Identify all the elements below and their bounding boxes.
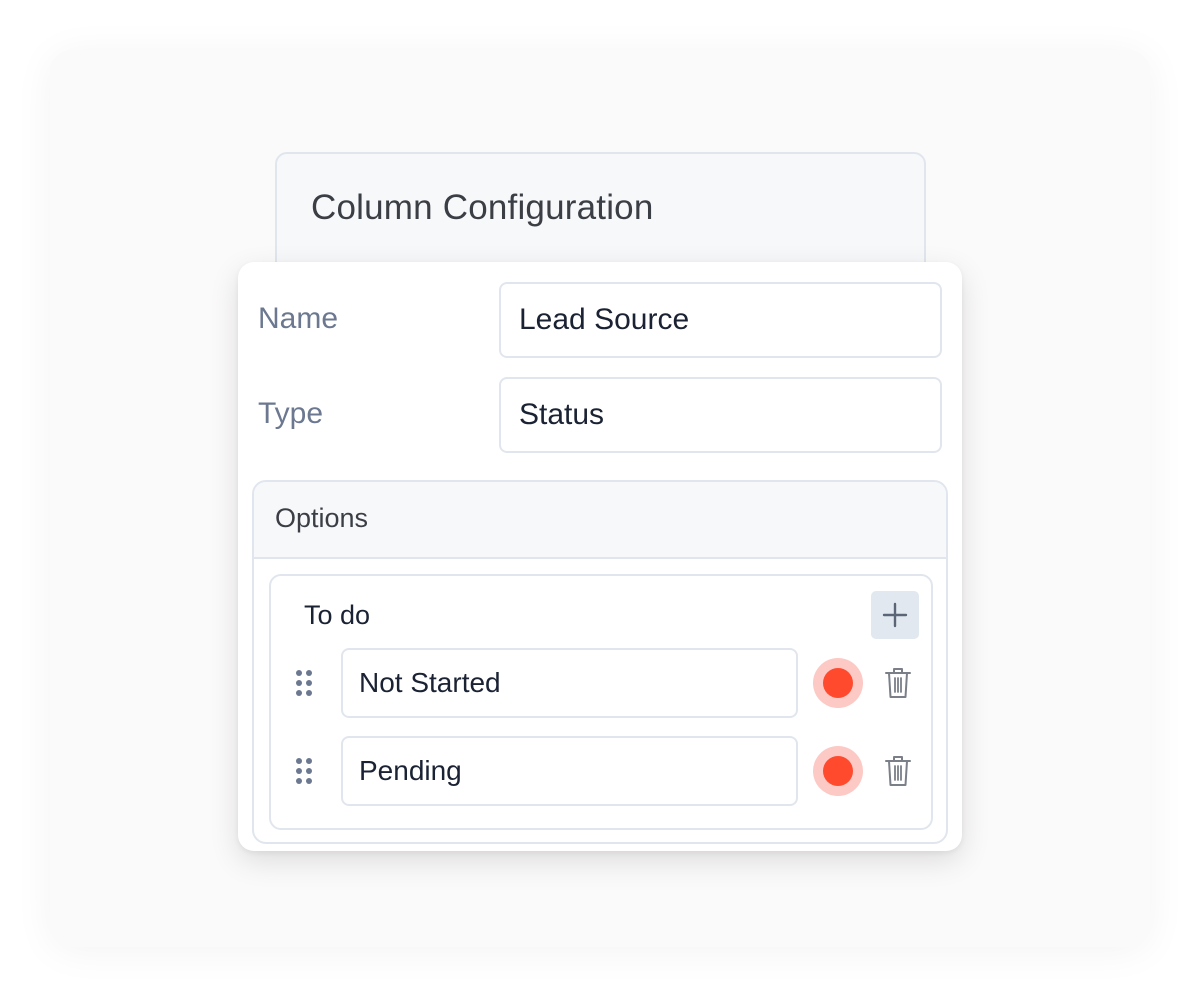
name-input[interactable]: Lead Source bbox=[499, 282, 942, 358]
name-label: Name bbox=[258, 302, 339, 335]
option-group-title: To do bbox=[304, 600, 371, 630]
option-group: To do Not Started Pending bbox=[269, 574, 933, 830]
add-option-button[interactable] bbox=[871, 591, 919, 639]
type-label: Type bbox=[258, 397, 324, 430]
options-header: Options bbox=[254, 482, 946, 559]
type-select[interactable]: Status bbox=[499, 377, 942, 453]
option-input[interactable]: Pending bbox=[341, 736, 798, 806]
trash-icon[interactable] bbox=[883, 666, 913, 700]
color-picker-button[interactable] bbox=[813, 658, 863, 708]
dialog-title: Column Configuration bbox=[311, 188, 654, 227]
trash-icon[interactable] bbox=[883, 754, 913, 788]
drag-handle-icon[interactable] bbox=[293, 756, 315, 786]
color-picker-button[interactable] bbox=[813, 746, 863, 796]
column-config-panel: Name Lead Source Type Status Options To … bbox=[238, 262, 962, 851]
option-row: Not Started bbox=[271, 648, 931, 718]
options-section: Options To do Not Started Pending bbox=[252, 480, 948, 844]
option-input[interactable]: Not Started bbox=[341, 648, 798, 718]
option-row: Pending bbox=[271, 736, 931, 806]
drag-handle-icon[interactable] bbox=[293, 668, 315, 698]
plus-icon bbox=[882, 602, 908, 628]
color-swatch bbox=[823, 756, 853, 786]
color-swatch bbox=[823, 668, 853, 698]
